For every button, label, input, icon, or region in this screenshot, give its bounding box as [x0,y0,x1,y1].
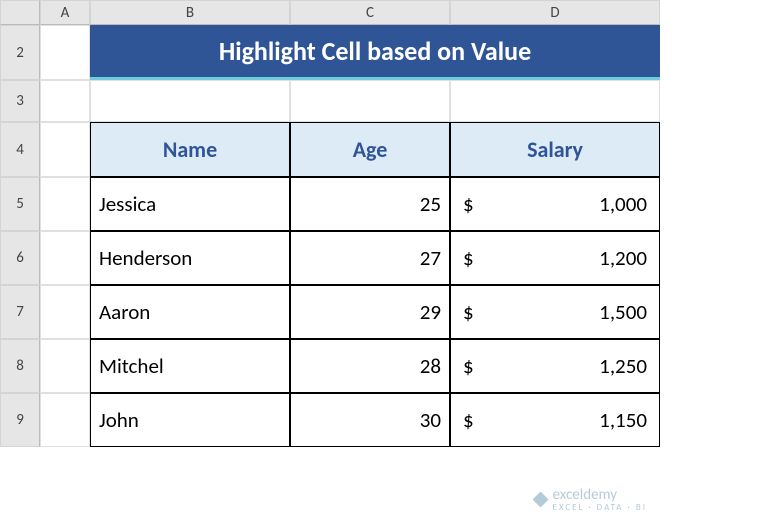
row-header-6[interactable]: 6 [0,231,40,285]
row-header-9[interactable]: 9 [0,393,40,447]
cell-a6[interactable] [40,231,90,285]
cell-name-4[interactable]: John [90,393,290,447]
cell-a3[interactable] [40,80,90,122]
cell-age-4[interactable]: 30 [290,393,450,447]
cell-c3[interactable] [290,80,450,122]
cell-age-1[interactable]: 27 [290,231,450,285]
cell-salary-4[interactable]: $ 1,150 [450,393,660,447]
salary-value: 1,000 [599,191,647,217]
cell-a9[interactable] [40,393,90,447]
salary-value: 1,150 [599,407,647,433]
cell-name-2[interactable]: Aaron [90,285,290,339]
cell-b3[interactable] [90,80,290,122]
cell-name-1[interactable]: Henderson [90,231,290,285]
currency-symbol: $ [463,299,474,325]
row-header-3[interactable]: 3 [0,80,40,122]
table-header-salary[interactable]: Salary [450,122,660,177]
cell-a4[interactable] [40,122,90,177]
salary-value: 1,200 [599,245,647,271]
title-banner[interactable]: Highlight Cell based on Value [90,25,660,80]
cell-a7[interactable] [40,285,90,339]
spreadsheet-grid: A B C D 2 Highlight Cell based on Value … [0,0,767,447]
cell-a2[interactable] [40,25,90,80]
cell-salary-1[interactable]: $ 1,200 [450,231,660,285]
cell-d3[interactable] [450,80,660,122]
cell-name-3[interactable]: Mitchel [90,339,290,393]
cell-name-0[interactable]: Jessica [90,177,290,231]
table-header-age[interactable]: Age [290,122,450,177]
currency-symbol: $ [463,245,474,271]
col-header-a[interactable]: A [40,0,90,25]
row-header-5[interactable]: 5 [0,177,40,231]
cell-a5[interactable] [40,177,90,231]
watermark-text: exceldemy EXCEL · DATA · BI [553,486,647,513]
salary-value: 1,250 [599,353,647,379]
cell-salary-3[interactable]: $ 1,250 [450,339,660,393]
row-header-8[interactable]: 8 [0,339,40,393]
cell-salary-2[interactable]: $ 1,500 [450,285,660,339]
row-header-7[interactable]: 7 [0,285,40,339]
table-header-name[interactable]: Name [90,122,290,177]
select-all-corner[interactable] [0,0,40,25]
cell-age-3[interactable]: 28 [290,339,450,393]
watermark: exceldemy EXCEL · DATA · BI [533,486,647,513]
currency-symbol: $ [463,407,474,433]
currency-symbol: $ [463,191,474,217]
currency-symbol: $ [463,353,474,379]
watermark-tagline: EXCEL · DATA · BI [553,502,647,513]
cell-a8[interactable] [40,339,90,393]
cell-salary-0[interactable]: $ 1,000 [450,177,660,231]
row-header-4[interactable]: 4 [0,122,40,177]
row-header-2[interactable]: 2 [0,25,40,80]
col-header-b[interactable]: B [90,0,290,25]
salary-value: 1,500 [599,299,647,325]
cell-age-0[interactable]: 25 [290,177,450,231]
cell-age-2[interactable]: 29 [290,285,450,339]
watermark-icon [533,492,549,508]
col-header-c[interactable]: C [290,0,450,25]
col-header-d[interactable]: D [450,0,660,25]
